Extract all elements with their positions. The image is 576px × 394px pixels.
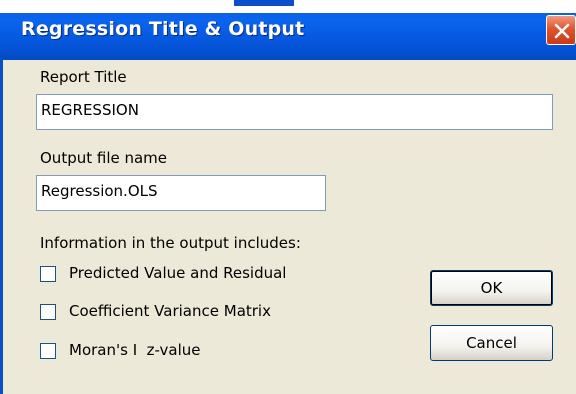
predicted-value-label: Predicted Value and Residual: [69, 264, 287, 282]
window-frame-left: [0, 60, 3, 394]
close-button[interactable]: [546, 15, 576, 45]
title-bar[interactable]: Regression Title & Output: [0, 0, 576, 60]
coefficient-variance-label: Coefficient Variance Matrix: [69, 302, 271, 320]
close-icon: [554, 23, 570, 39]
output-file-label: Output file name: [40, 149, 168, 167]
report-title-label: Report Title: [40, 68, 127, 86]
output-includes-label: Information in the output includes:: [40, 234, 301, 252]
cancel-button[interactable]: Cancel: [430, 325, 553, 361]
dialog-window: Regression Title & Output Report Title R…: [0, 0, 576, 394]
ok-button-label: OK: [480, 279, 503, 297]
coefficient-variance-checkbox[interactable]: [40, 304, 56, 320]
morans-i-checkbox[interactable]: [40, 343, 56, 359]
cancel-button-label: Cancel: [466, 334, 517, 352]
report-title-input[interactable]: REGRESSION: [36, 94, 553, 130]
predicted-value-checkbox[interactable]: [40, 266, 56, 282]
ok-button[interactable]: OK: [430, 270, 553, 306]
dialog-title: Regression Title & Output: [21, 18, 305, 40]
morans-i-label: Moran's I z-value: [69, 341, 201, 359]
output-file-input[interactable]: Regression.OLS: [36, 175, 326, 211]
title-bar-top-strip: [0, 0, 576, 13]
title-bar-accent: [234, 0, 294, 6]
